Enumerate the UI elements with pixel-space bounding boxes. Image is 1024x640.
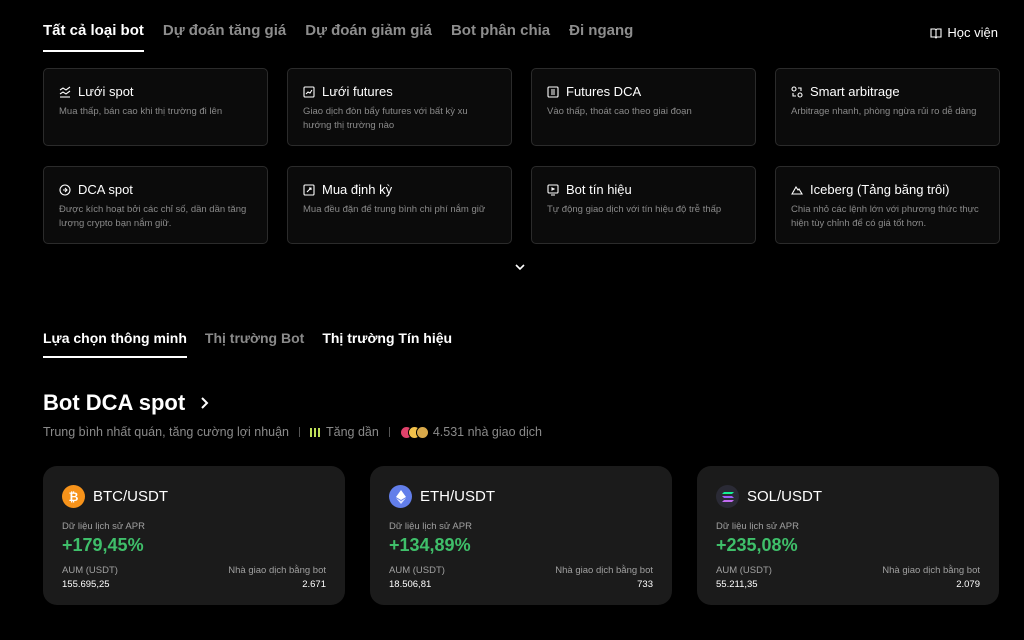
ethereum-icon bbox=[389, 485, 412, 508]
chevron-down-icon[interactable] bbox=[514, 262, 526, 272]
bot-traders-label: Nhà giao dịch bằng bot bbox=[882, 565, 980, 576]
tab-signal-market[interactable]: Thị trường Tín hiệu bbox=[322, 330, 452, 358]
divider bbox=[299, 427, 300, 437]
bot-card-desc: Mua thấp, bán cao khi thị trường đi lên bbox=[59, 106, 223, 117]
grid-chart-icon bbox=[59, 86, 71, 98]
solana-icon bbox=[716, 485, 739, 508]
apr-value: +134,89% bbox=[389, 535, 471, 555]
aum-value: 55.211,35 bbox=[716, 579, 758, 590]
bot-card-title: DCA spot bbox=[78, 182, 133, 197]
recurring-buy-icon bbox=[303, 183, 315, 196]
aum-value: 18.506,81 bbox=[389, 579, 432, 590]
pair-card-sol[interactable]: SOL/USDT Dữ liệu lịch sử APR +235,08% AU… bbox=[697, 466, 999, 605]
traders-count: 4.531 nhà giao dịch bbox=[432, 425, 542, 439]
section-title: Bot DCA spot bbox=[43, 390, 186, 415]
bitcoin-icon: ₿ bbox=[62, 485, 85, 508]
bot-card-desc: Tự động giao dịch với tín hiệu độ trễ th… bbox=[547, 204, 722, 215]
arbitrage-icon bbox=[791, 85, 803, 98]
bot-card-title: Iceberg (Tảng băng trôi) bbox=[810, 182, 950, 197]
tab-sideways[interactable]: Đi ngang bbox=[569, 22, 633, 52]
bot-category-tabs: Tất cả loại bot Dự đoán tăng giá Dự đoán… bbox=[43, 22, 633, 52]
apr-label: Dữ liệu lịch sử APR bbox=[62, 521, 145, 532]
apr-value: +235,08% bbox=[716, 535, 798, 555]
bot-card-title: Smart arbitrage bbox=[810, 84, 900, 99]
divider bbox=[388, 427, 390, 437]
apr-value: +179,45% bbox=[62, 535, 144, 555]
pair-cards: ₿ BTC/USDT Dữ liệu lịch sử APR +179,45% … bbox=[43, 466, 999, 605]
bot-traders-label: Nhà giao dịch bằng bot bbox=[555, 565, 653, 576]
bot-type-grid: Lưới spot Mua thấp, bán cao khi thị trườ… bbox=[43, 68, 1000, 244]
section-title-link[interactable]: Bot DCA spot bbox=[43, 390, 211, 416]
bot-card-title: Lưới futures bbox=[322, 84, 393, 99]
market-tabs: Lựa chọn thông minh Thị trường Bot Thị t… bbox=[43, 330, 452, 358]
pair-name: ETH/USDT bbox=[420, 488, 495, 505]
iceberg-icon bbox=[791, 185, 803, 195]
tab-bearish[interactable]: Dự đoán giảm giá bbox=[305, 22, 432, 52]
signal-icon bbox=[547, 183, 559, 196]
trend-label: Tăng dần bbox=[326, 425, 379, 439]
bot-card-signal[interactable]: Bot tín hiệu Tự động giao dịch với tín h… bbox=[531, 166, 756, 244]
tab-split-bot[interactable]: Bot phân chia bbox=[451, 22, 550, 52]
bot-traders-label: Nhà giao dịch bằng bot bbox=[228, 565, 326, 576]
bot-card-dca-spot[interactable]: DCA spot Được kích hoạt bởi các chỉ số, … bbox=[43, 166, 268, 244]
bot-traders-value: 733 bbox=[637, 579, 653, 590]
bot-card-desc: Mua đều đặn để trung bình chi phí nắm gi… bbox=[303, 204, 486, 215]
academy-label: Học viện bbox=[947, 25, 998, 40]
bot-card-futures-dca[interactable]: Futures DCA Vào thấp, thoát cao theo gia… bbox=[531, 68, 756, 146]
aum-label: AUM (USDT) bbox=[62, 565, 118, 576]
bot-card-desc: Chia nhỏ các lệnh lớn với phương thức th… bbox=[791, 204, 979, 229]
bot-card-desc: Vào thấp, thoát cao theo giai đoạn bbox=[547, 106, 692, 117]
trader-avatars-icon bbox=[399, 425, 429, 439]
aum-label: AUM (USDT) bbox=[716, 565, 772, 576]
section-subtitle-row: Trung bình nhất quán, tăng cường lợi nhu… bbox=[43, 425, 542, 439]
bot-card-spot-grid[interactable]: Lưới spot Mua thấp, bán cao khi thị trườ… bbox=[43, 68, 268, 146]
pair-card-eth[interactable]: ETH/USDT Dữ liệu lịch sử APR +134,89% AU… bbox=[370, 466, 672, 605]
futures-dca-icon bbox=[547, 85, 559, 98]
book-icon bbox=[930, 27, 942, 39]
pair-name: BTC/USDT bbox=[93, 488, 168, 505]
section-subtitle: Trung bình nhất quán, tăng cường lợi nhu… bbox=[43, 425, 289, 439]
bot-card-futures-grid[interactable]: Lưới futures Giao dịch đòn bẩy futures v… bbox=[287, 68, 512, 146]
bot-traders-value: 2.079 bbox=[956, 579, 980, 590]
bot-card-recurring-buy[interactable]: Mua định kỳ Mua đều đặn để trung bình ch… bbox=[287, 166, 512, 244]
chevron-right-icon bbox=[201, 397, 209, 409]
tab-bullish[interactable]: Dự đoán tăng giá bbox=[163, 22, 286, 52]
bot-card-title: Bot tín hiệu bbox=[566, 182, 632, 197]
bot-card-desc: Arbitrage nhanh, phòng ngừa rủi ro dễ dà… bbox=[791, 106, 977, 117]
bot-card-title: Futures DCA bbox=[566, 84, 642, 99]
bot-traders-value: 2.671 bbox=[302, 579, 326, 590]
bot-card-desc: Được kích hoạt bởi các chỉ số, dần dần t… bbox=[59, 204, 247, 229]
dca-icon bbox=[59, 183, 71, 196]
apr-label: Dữ liệu lịch sử APR bbox=[389, 521, 472, 532]
apr-label: Dữ liệu lịch sử APR bbox=[716, 521, 799, 532]
pair-name: SOL/USDT bbox=[747, 488, 823, 505]
academy-link[interactable]: Học viện bbox=[930, 25, 998, 40]
bot-card-title: Lưới spot bbox=[78, 84, 134, 99]
futures-chart-icon bbox=[303, 85, 315, 98]
bot-card-smart-arbitrage[interactable]: Smart arbitrage Arbitrage nhanh, phòng n… bbox=[775, 68, 1000, 146]
tab-bot-market[interactable]: Thị trường Bot bbox=[205, 330, 304, 358]
bot-card-iceberg[interactable]: Iceberg (Tảng băng trôi) Chia nhỏ các lệ… bbox=[775, 166, 1000, 244]
bot-card-desc: Giao dịch đòn bẩy futures với bất kỳ xu … bbox=[303, 106, 468, 131]
bot-card-title: Mua định kỳ bbox=[322, 182, 393, 197]
aum-value: 155.695,25 bbox=[62, 579, 110, 590]
pair-card-btc[interactable]: ₿ BTC/USDT Dữ liệu lịch sử APR +179,45% … bbox=[43, 466, 345, 605]
trend-bars-icon bbox=[310, 427, 320, 437]
tab-smart-picks[interactable]: Lựa chọn thông minh bbox=[43, 330, 187, 358]
aum-label: AUM (USDT) bbox=[389, 565, 445, 576]
tab-all-bots[interactable]: Tất cả loại bot bbox=[43, 22, 144, 52]
